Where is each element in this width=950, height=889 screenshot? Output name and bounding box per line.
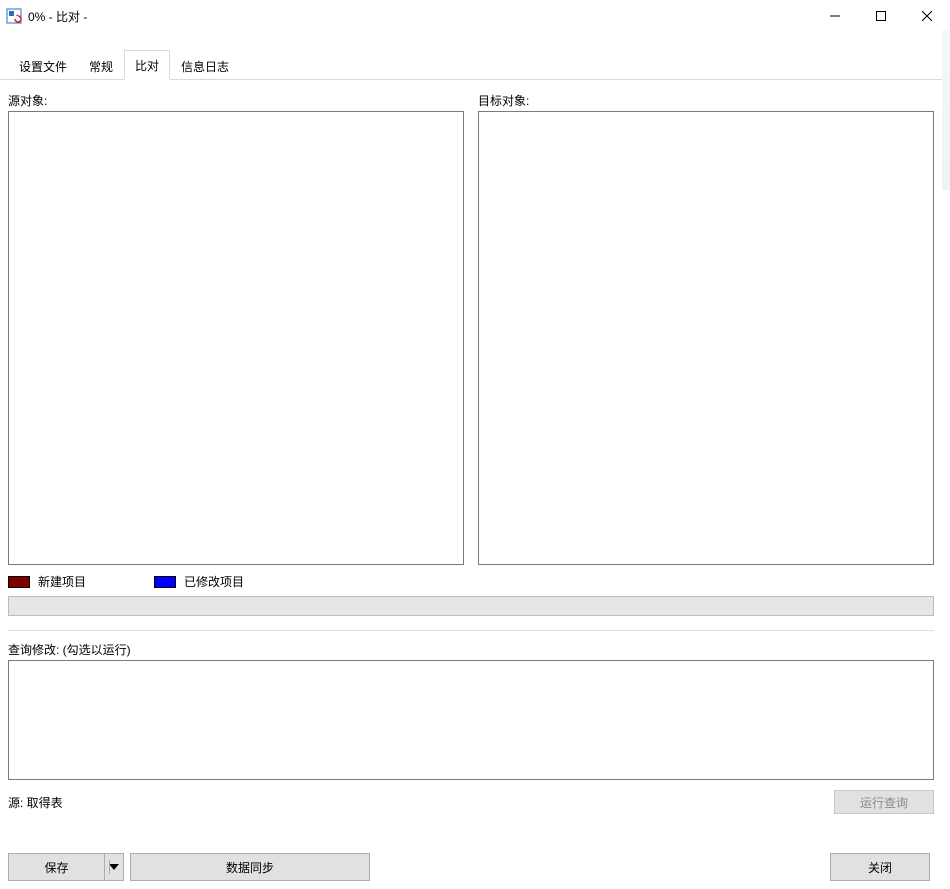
legend-new-swatch <box>8 576 30 588</box>
app-icon <box>6 8 22 24</box>
query-modify-box[interactable] <box>8 660 934 780</box>
bottom-button-bar: 保存 数据同步 关闭 <box>8 853 930 881</box>
title-bar: 0% - 比对 - <box>0 0 950 32</box>
run-query-button[interactable]: 运行查询 <box>834 790 934 814</box>
target-column: 目标对象: <box>478 90 934 565</box>
legend-row: 新建项目 已修改项目 <box>8 573 934 590</box>
window-controls <box>812 0 950 32</box>
tab-compare[interactable]: 比对 <box>124 50 170 80</box>
tab-general[interactable]: 常规 <box>78 51 124 80</box>
window-shadow <box>942 30 950 190</box>
client-area: 设置文件 常规 比对 信息日志 源对象: 目标对象: 新建项目 已修改项 <box>0 32 942 889</box>
save-split-button: 保存 <box>8 853 124 881</box>
source-listbox[interactable] <box>8 111 464 565</box>
close-window-button[interactable] <box>904 0 950 32</box>
tab-log[interactable]: 信息日志 <box>170 51 240 80</box>
source-status-row: 源: 取得表 运行查询 <box>8 790 934 814</box>
app-window: 0% - 比对 - 设置文件 常规 比对 信息日志 源对象: <box>0 0 950 889</box>
data-sync-button[interactable]: 数据同步 <box>130 853 370 881</box>
query-modify-label: 查询修改: (勾选以运行) <box>8 641 934 658</box>
save-dropdown-button[interactable] <box>104 853 124 881</box>
minimize-button[interactable] <box>812 0 858 32</box>
source-label: 源对象: <box>8 92 464 109</box>
chevron-down-icon <box>109 864 119 870</box>
save-button[interactable]: 保存 <box>8 853 104 881</box>
tab-compare-body: 源对象: 目标对象: 新建项目 已修改项目 查询修改: (勾选以运行) 源: <box>0 80 942 814</box>
source-status-text: 源: 取得表 <box>8 794 63 811</box>
source-column: 源对象: <box>8 90 464 565</box>
tab-strip: 设置文件 常规 比对 信息日志 <box>0 49 942 80</box>
target-listbox[interactable] <box>478 111 934 565</box>
separator <box>8 630 934 631</box>
object-lists-row: 源对象: 目标对象: <box>8 90 934 565</box>
target-label: 目标对象: <box>478 92 934 109</box>
window-title: 0% - 比对 - <box>28 8 87 25</box>
progress-bar <box>8 596 934 616</box>
tab-settings[interactable]: 设置文件 <box>8 51 78 80</box>
close-button[interactable]: 关闭 <box>830 853 930 881</box>
legend-modified-label: 已修改项目 <box>184 573 244 590</box>
maximize-button[interactable] <box>858 0 904 32</box>
legend-new-label: 新建项目 <box>38 573 86 590</box>
legend-modified-swatch <box>154 576 176 588</box>
